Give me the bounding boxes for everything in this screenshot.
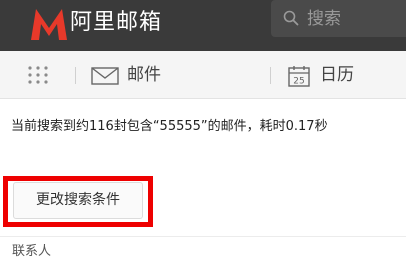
nav-bar: 邮件 25 日历 <box>0 51 406 99</box>
nav-divider <box>270 67 271 84</box>
grid-icon[interactable] <box>27 65 49 85</box>
search-result-summary: 当前搜索到约116封包含“55555”的邮件，耗时0.17秒 <box>11 119 328 134</box>
calendar-icon[interactable]: 25 <box>287 64 311 88</box>
search-icon <box>283 10 299 26</box>
calendar-day: 25 <box>293 77 304 87</box>
search-box[interactable] <box>271 0 406 37</box>
nav-item-calendar[interactable]: 日历 <box>320 63 354 87</box>
nav-divider <box>75 67 76 84</box>
mail-icon[interactable] <box>91 67 119 85</box>
top-bar: 阿里邮箱 <box>0 0 406 51</box>
aliyun-mail-logo-icon[interactable] <box>30 6 68 42</box>
search-input[interactable] <box>307 0 403 37</box>
modify-search-button[interactable]: 更改搜索条件 <box>13 182 143 219</box>
nav-item-mail[interactable]: 邮件 <box>127 63 161 87</box>
brand-name: 阿里邮箱 <box>70 10 163 35</box>
contacts-section-title: 联系人 <box>12 244 52 259</box>
section-divider <box>0 236 406 237</box>
